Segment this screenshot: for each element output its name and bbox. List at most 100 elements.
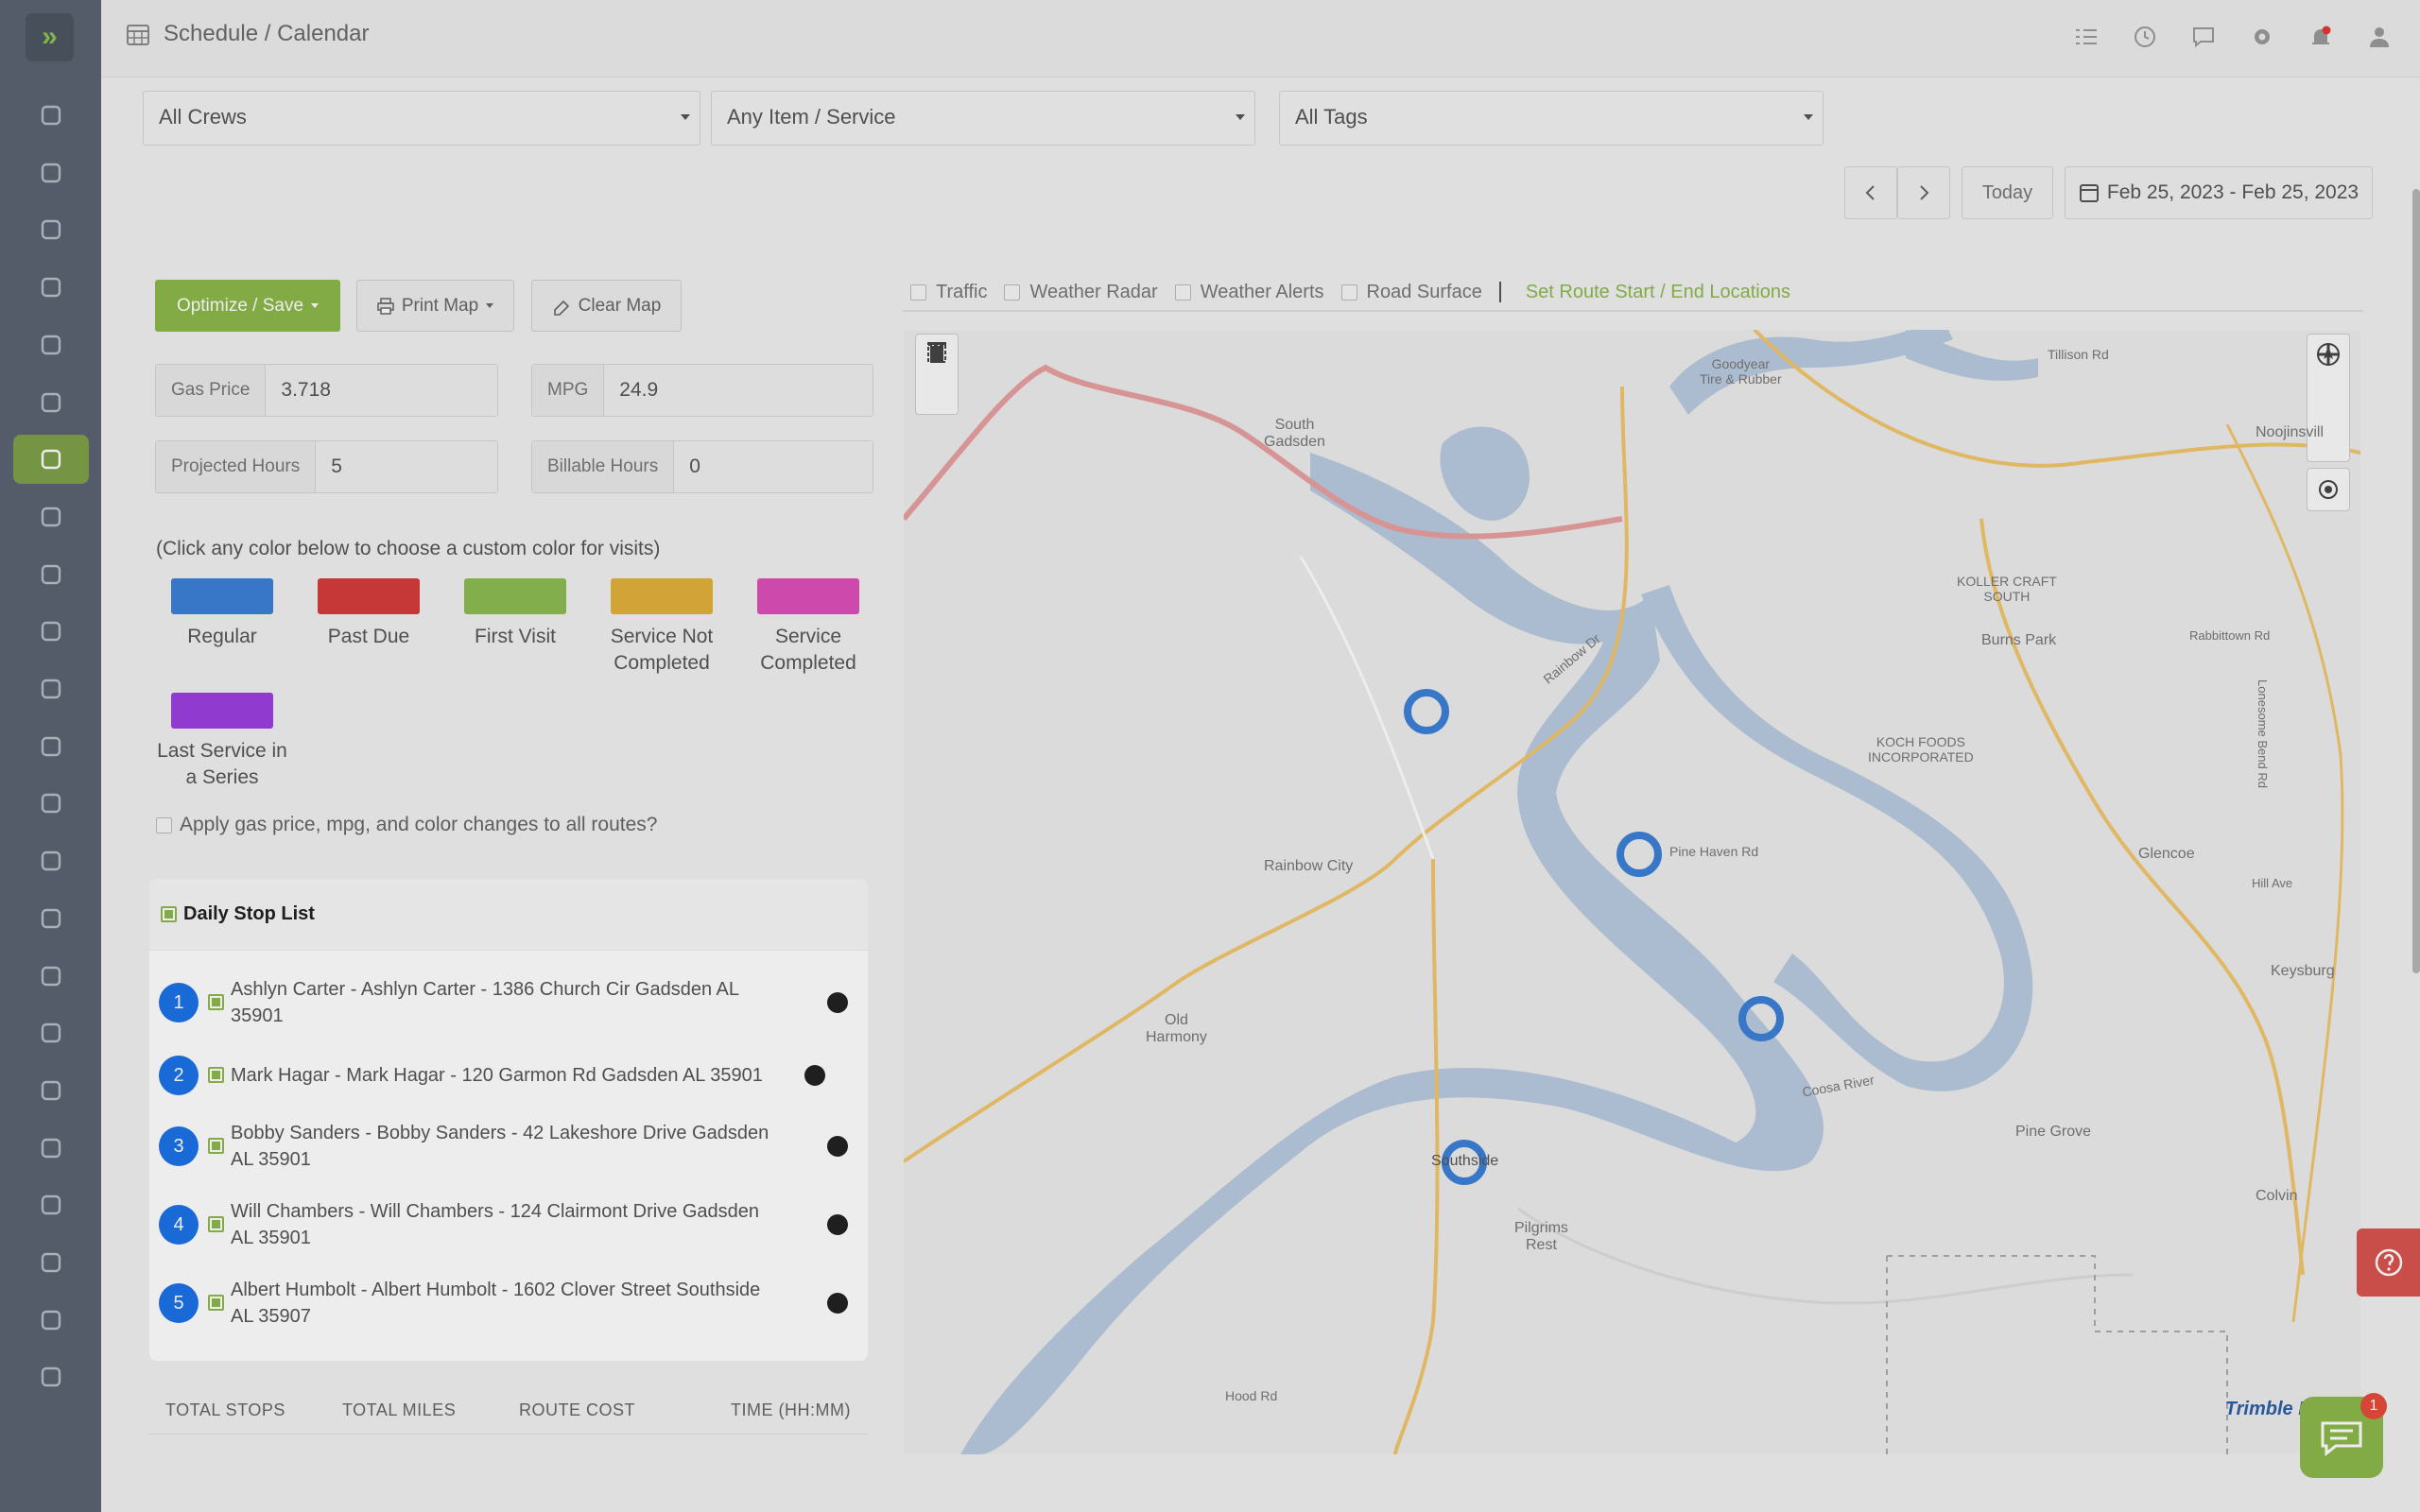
sidebar-item-settings[interactable]: [13, 378, 89, 427]
compass-icon[interactable]: [2308, 335, 2349, 374]
printer-icon: [377, 297, 394, 315]
sidebar-item-clock[interactable]: [13, 607, 89, 656]
stop-number: 5: [159, 1283, 199, 1323]
sidebar-item-dollar[interactable]: [13, 664, 89, 713]
phone-icon: [41, 1022, 61, 1043]
notification-bell-icon[interactable]: [2308, 25, 2333, 49]
projected-hours-input[interactable]: 5: [316, 441, 497, 492]
road-surface-toggle[interactable]: Road Surface: [1340, 282, 1482, 303]
chevron-down-icon: [1236, 114, 1245, 120]
sidebar-item-edit-document[interactable]: [13, 836, 89, 885]
set-route-locations-link[interactable]: Set Route Start / End Locations: [1526, 282, 1790, 303]
checkbox[interactable]: [910, 284, 926, 301]
swatch-service-not-completed[interactable]: [611, 578, 713, 614]
sidebar-item-clipboard[interactable]: [13, 550, 89, 599]
clock-icon: [41, 622, 61, 642]
reorder-icon[interactable]: [827, 1136, 848, 1157]
sidebar-item-flask[interactable]: [13, 722, 89, 771]
stop-checkbox[interactable]: [208, 1067, 224, 1083]
gas-price-input[interactable]: 3.718: [266, 365, 497, 416]
stop-number: 2: [159, 1056, 199, 1095]
sidebar-item-message[interactable]: [13, 1238, 89, 1287]
swatch-regular[interactable]: [171, 578, 273, 614]
map-label: Rainbow City: [1264, 858, 1354, 874]
trash-icon[interactable]: [916, 335, 958, 372]
help-button[interactable]: [2357, 1228, 2420, 1297]
sidebar-item-leaf[interactable]: [13, 1352, 89, 1401]
sidebar-item-bar-chart[interactable]: [13, 894, 89, 943]
clock-icon[interactable]: [2133, 25, 2157, 49]
weather-alerts-toggle[interactable]: Weather Alerts: [1174, 282, 1324, 303]
map-label: Southside: [1431, 1153, 1499, 1169]
sidebar-item-calendar[interactable]: [13, 435, 89, 485]
sidebar-item-document[interactable]: [13, 779, 89, 828]
sidebar-item-rocket[interactable]: [13, 91, 89, 140]
billable-hours-input[interactable]: 0: [674, 441, 873, 492]
checkbox[interactable]: [156, 816, 172, 833]
team-icon: [41, 277, 61, 298]
traffic-label: Traffic: [936, 281, 988, 302]
select-all-checkbox[interactable]: [161, 906, 177, 922]
page-scrollbar[interactable]: [2412, 189, 2420, 973]
date-range-picker[interactable]: Feb 25, 2023 - Feb 25, 2023: [2065, 166, 2373, 219]
tags-filter-select[interactable]: All Tags: [1279, 91, 1824, 146]
checkbox[interactable]: [1340, 284, 1357, 301]
optimize-save-button[interactable]: Optimize / Save: [155, 280, 340, 332]
swatch-past-due[interactable]: [318, 578, 420, 614]
print-map-label: Print Map: [401, 295, 479, 316]
stop-checkbox[interactable]: [208, 1216, 224, 1232]
sidebar-item-mail[interactable]: [13, 1296, 89, 1345]
clear-map-button[interactable]: Clear Map: [531, 280, 682, 332]
sidebar-item-list[interactable]: [13, 492, 89, 541]
sidebar-item-team[interactable]: [13, 263, 89, 312]
user-avatar-icon[interactable]: [2367, 25, 2392, 49]
reorder-icon[interactable]: [827, 1214, 848, 1235]
mpg-input[interactable]: 24.9: [604, 365, 873, 416]
crews-filter-select[interactable]: All Crews: [143, 91, 700, 146]
swatch-last-service[interactable]: [171, 693, 273, 729]
today-button[interactable]: Today: [1962, 166, 2053, 219]
sidebar-item-phone[interactable]: [13, 1008, 89, 1057]
message-icon[interactable]: [2191, 25, 2216, 49]
dollar-icon: [41, 679, 61, 699]
traffic-toggle[interactable]: Traffic: [910, 282, 987, 303]
sidebar-item-archive[interactable]: [13, 1066, 89, 1115]
leaf-icon: [41, 1367, 61, 1387]
print-map-button[interactable]: Print Map: [356, 280, 514, 332]
stop-checkbox[interactable]: [208, 994, 224, 1010]
tasks-icon[interactable]: [2074, 25, 2099, 49]
stop-checkbox[interactable]: [208, 1295, 224, 1311]
sidebar-item-chat[interactable]: [13, 952, 89, 1001]
previous-day-button[interactable]: [1844, 166, 1897, 219]
sidebar-item-database[interactable]: [13, 1180, 89, 1229]
swatch-service-completed[interactable]: [757, 578, 859, 614]
checkbox[interactable]: [1174, 284, 1191, 301]
sidebar-expand-button[interactable]: »: [26, 13, 74, 61]
today-label: Today: [1981, 181, 2033, 203]
sidebar-item-box[interactable]: [13, 320, 89, 369]
reorder-icon[interactable]: [827, 1293, 848, 1314]
swatch-first-visit[interactable]: [464, 578, 566, 614]
swatch-label-service-completed: Service Completed: [737, 624, 879, 677]
draw-tools: [915, 334, 959, 415]
county-boundary: [1886, 1255, 2228, 1454]
color-hint-text: (Click any color below to choose a custo…: [156, 538, 661, 559]
locate-icon[interactable]: [2308, 469, 2349, 510]
next-day-button[interactable]: [1897, 166, 1950, 219]
map-label: Hill Ave: [2252, 876, 2293, 890]
route-map[interactable]: South Gadsden Goodyear Tire & Rubber Tilli…: [904, 330, 2360, 1454]
settings-icon[interactable]: [2250, 25, 2274, 49]
weather-radar-toggle[interactable]: Weather Radar: [1004, 282, 1158, 303]
sidebar-item-calculator[interactable]: [13, 1124, 89, 1173]
apply-all-routes-checkbox[interactable]: Apply gas price, mpg, and color changes …: [156, 814, 657, 836]
stop-list-title[interactable]: Daily Stop List: [161, 903, 315, 925]
total-stops-header: TOTAL STOPS: [165, 1400, 285, 1419]
reorder-icon[interactable]: [827, 992, 848, 1013]
checkbox[interactable]: [1004, 284, 1021, 301]
item-service-filter-select[interactable]: Any Item / Service: [711, 91, 1255, 146]
sidebar-item-support[interactable]: [13, 148, 89, 198]
sidebar-item-monitor[interactable]: [13, 205, 89, 254]
stop-checkbox[interactable]: [208, 1138, 224, 1154]
reorder-icon[interactable]: [804, 1065, 825, 1086]
calculator-icon: [41, 1138, 61, 1158]
